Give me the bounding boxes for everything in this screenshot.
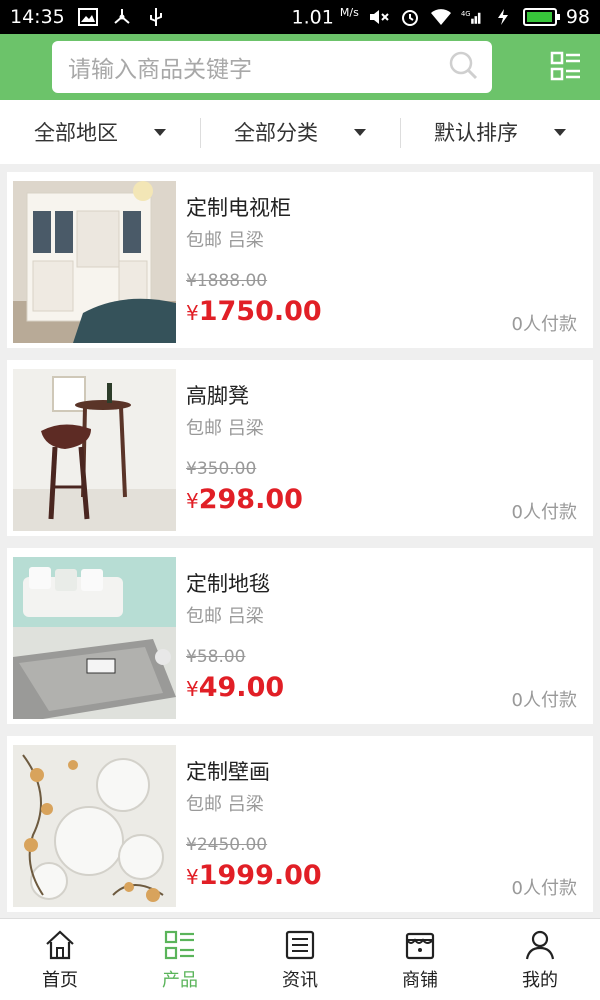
product-image-mural[interactable] [13, 745, 176, 907]
product-name[interactable]: 定制地毯 [186, 568, 270, 598]
list-menu-icon[interactable] [550, 50, 582, 82]
product-card[interactable]: 定制壁画 包邮 吕梁 ¥2450.00 ¥1999.00 0人付款 [7, 736, 593, 912]
nav-label: 产品 [162, 969, 198, 991]
product-price: ¥1750.00 [186, 296, 322, 327]
search-icon[interactable] [448, 50, 478, 84]
alarm-icon [399, 7, 421, 27]
battery-fill [526, 11, 553, 22]
caret-down-icon [154, 128, 166, 136]
caret-down-icon [554, 128, 566, 136]
product-original-price: ¥2450.00 [186, 835, 268, 855]
search-input[interactable]: 请输入商品关键字 [68, 50, 448, 84]
filter-label: 全部地区 [34, 121, 118, 145]
product-card[interactable]: 定制地毯 包邮 吕梁 ¥58.00 ¥49.00 0人付款 [7, 548, 593, 724]
network-speed: 1.01 M/s [291, 5, 359, 29]
product-image-tv-cabinet[interactable] [13, 181, 176, 343]
product-sales: 0人付款 [511, 314, 577, 335]
mute-icon [368, 7, 390, 27]
product-name[interactable]: 定制壁画 [186, 756, 270, 786]
svg-text:4G: 4G [461, 10, 471, 18]
user-icon [525, 930, 555, 959]
filter-label: 全部分类 [234, 121, 318, 145]
filter-bar: 全部地区 全部分类 默认排序 [0, 100, 600, 164]
battery-percent: 98 [565, 5, 590, 28]
product-price: ¥49.00 [186, 672, 285, 703]
share-icon [111, 7, 133, 27]
status-time: 14:35 [10, 6, 65, 28]
product-name[interactable]: 定制电视柜 [186, 192, 291, 222]
filter-sort[interactable]: 默认排序 [400, 100, 600, 164]
product-shipping: 包邮 吕梁 [186, 230, 264, 251]
news-icon [285, 930, 315, 959]
nav-label: 首页 [42, 969, 78, 991]
search-box[interactable]: 请输入商品关键字 [52, 41, 492, 93]
charging-icon [492, 7, 514, 27]
product-shipping: 包邮 吕梁 [186, 418, 264, 439]
product-sales: 0人付款 [511, 878, 577, 899]
product-original-price: ¥1888.00 [186, 271, 268, 291]
product-price: ¥298.00 [186, 484, 303, 515]
product-sales: 0人付款 [511, 502, 577, 523]
filter-category[interactable]: 全部分类 [200, 100, 400, 164]
nav-me[interactable]: 我的 [480, 919, 600, 1000]
nav-products[interactable]: 产品 [120, 919, 240, 1000]
product-price: ¥1999.00 [186, 860, 322, 891]
caret-down-icon [354, 128, 366, 136]
nav-label: 商铺 [402, 969, 438, 991]
product-card[interactable]: 高脚凳 包邮 吕梁 ¥350.00 ¥298.00 0人付款 [7, 360, 593, 536]
product-original-price: ¥350.00 [186, 459, 257, 479]
nav-home[interactable]: 首页 [0, 919, 120, 1000]
product-shipping: 包邮 吕梁 [186, 794, 264, 815]
product-sales: 0人付款 [511, 690, 577, 711]
nav-shop[interactable]: 商铺 [360, 919, 480, 1000]
product-image-bar-stool[interactable] [13, 369, 176, 531]
product-grid-icon [164, 930, 194, 959]
product-image-carpet[interactable] [13, 557, 176, 719]
product-name[interactable]: 高脚凳 [186, 380, 249, 410]
battery-icon [522, 7, 560, 26]
signal-icon: 4G [461, 7, 483, 27]
image-notification-icon [77, 7, 99, 27]
status-bar: 14:35 1.01 M/s 4G 98 [0, 0, 600, 34]
nav-news[interactable]: 资讯 [240, 919, 360, 1000]
product-card[interactable]: 定制电视柜 包邮 吕梁 ¥1888.00 ¥1750.00 0人付款 [7, 172, 593, 348]
usb-icon [145, 7, 167, 27]
product-shipping: 包邮 吕梁 [186, 606, 264, 627]
nav-label: 资讯 [282, 969, 318, 991]
filter-label: 默认排序 [434, 121, 518, 145]
bottom-nav: 首页 产品 资讯 商铺 我的 [0, 918, 600, 1000]
wifi-icon [430, 7, 452, 27]
product-original-price: ¥58.00 [186, 647, 246, 667]
filter-region[interactable]: 全部地区 [0, 100, 200, 164]
home-icon [46, 930, 74, 959]
top-header: 请输入商品关键字 [0, 34, 600, 100]
nav-label: 我的 [522, 969, 558, 991]
shop-icon [405, 932, 435, 959]
